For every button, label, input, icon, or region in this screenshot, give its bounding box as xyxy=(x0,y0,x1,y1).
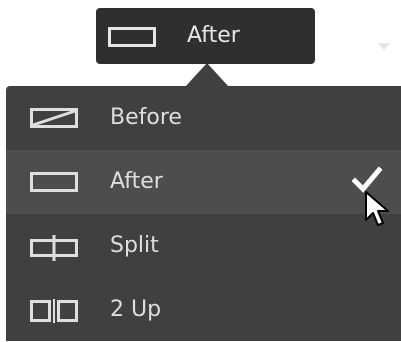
view-mode-menu: Before After Split 2 Up xyxy=(6,86,401,341)
menu-item-label: Before xyxy=(110,105,182,130)
menu-item-after[interactable]: After xyxy=(6,150,401,214)
chevron-down-icon xyxy=(378,43,390,50)
after-rect-icon xyxy=(108,27,156,51)
menu-item-label: Split xyxy=(110,233,159,258)
after-rect-icon xyxy=(30,170,78,198)
menu-item-split[interactable]: Split xyxy=(6,214,401,278)
menu-item-before[interactable]: Before xyxy=(6,86,401,150)
before-diagonal-icon xyxy=(30,106,78,134)
view-mode-label: After xyxy=(187,23,240,48)
menu-pointer xyxy=(185,63,229,87)
two-up-icon xyxy=(30,298,78,328)
menu-item-2up[interactable]: 2 Up xyxy=(6,278,401,342)
menu-item-label: After xyxy=(110,169,163,194)
split-view-icon xyxy=(30,234,78,266)
menu-item-label: 2 Up xyxy=(110,297,162,322)
view-mode-toggle-button[interactable]: After xyxy=(96,8,390,64)
mouse-pointer-icon xyxy=(364,190,390,232)
